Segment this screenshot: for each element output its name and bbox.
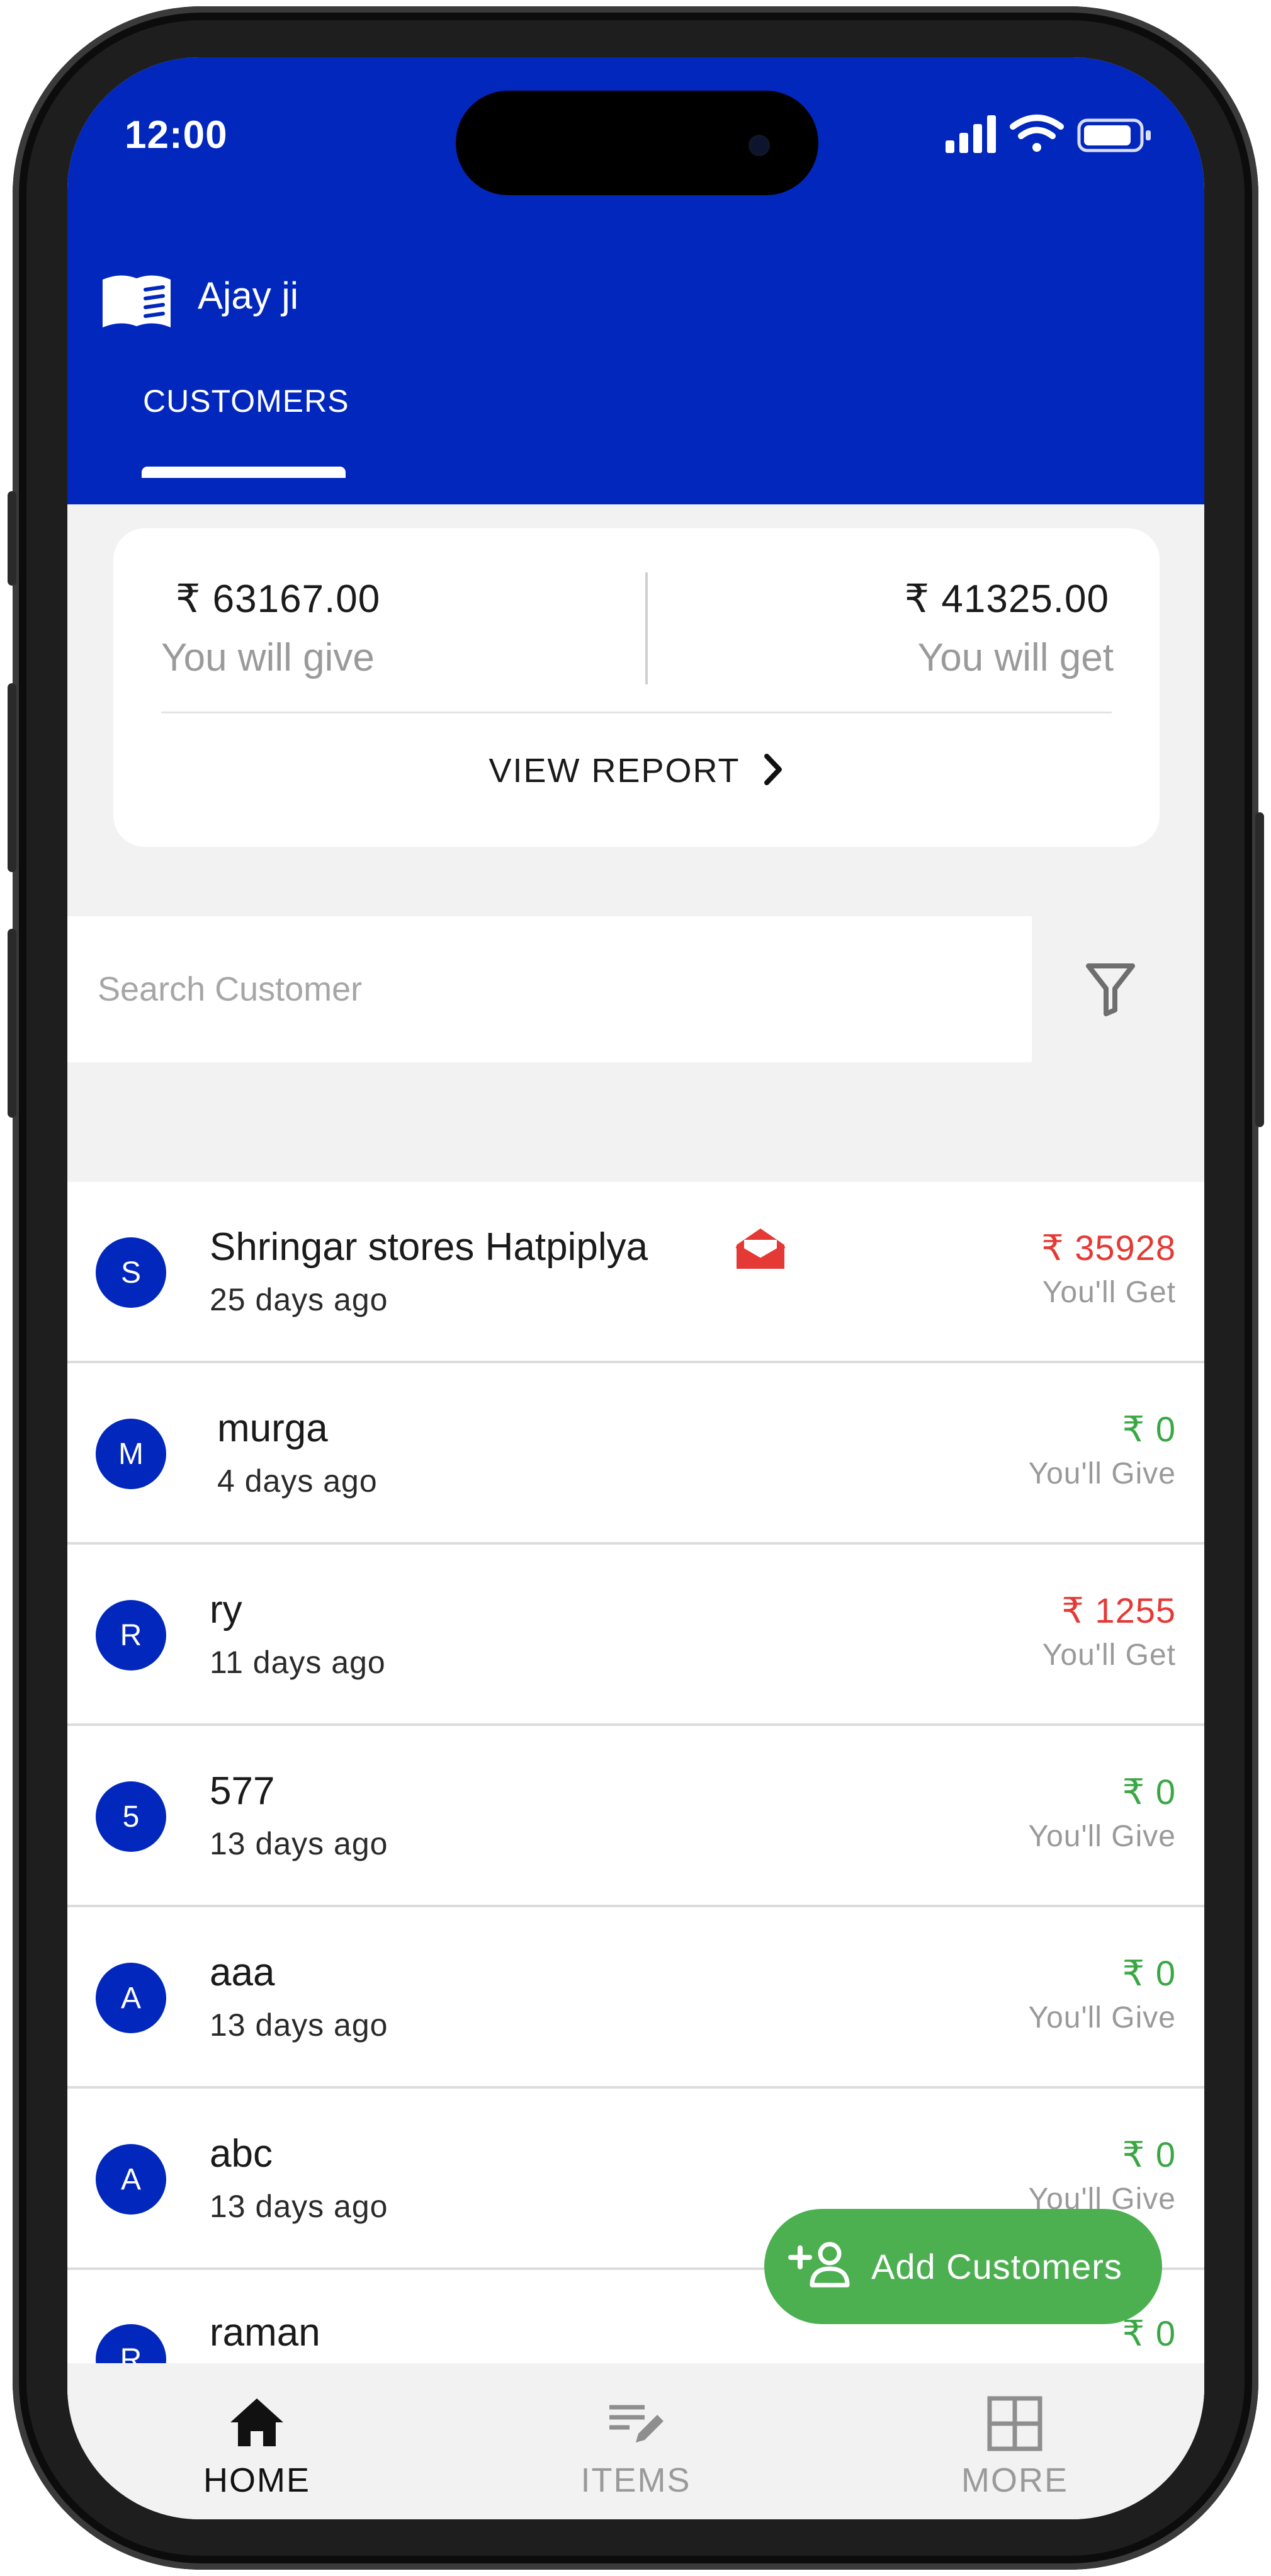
volume-up-button xyxy=(8,683,16,872)
customer-name: murga xyxy=(217,1407,328,1450)
action-button xyxy=(8,491,16,586)
tab-indicator xyxy=(142,467,346,478)
add-person-icon xyxy=(788,2240,854,2293)
customer-row[interactable]: 5 577 13 days ago ₹ 0 You'll Give xyxy=(67,1726,1204,1907)
customer-name: raman xyxy=(210,2311,320,2354)
avatar: A xyxy=(96,2144,166,2215)
customer-name: Shringar stores Hatpiplya xyxy=(210,1225,648,1269)
nav-more-label: MORE xyxy=(961,2461,1068,2499)
nav-more[interactable]: MORE xyxy=(825,2363,1204,2519)
home-icon xyxy=(228,2396,286,2452)
balance-type: You'll Give xyxy=(1028,1820,1176,1853)
customer-time: 13 days ago xyxy=(210,2189,388,2224)
customer-name: aaa xyxy=(210,1951,275,1994)
customer-amount: ₹ 0 xyxy=(1122,2313,1176,2353)
nav-home[interactable]: HOME xyxy=(67,2363,446,2519)
book-icon xyxy=(99,271,174,334)
vertical-divider xyxy=(645,572,648,684)
customer-amount: ₹ 0 xyxy=(1122,2135,1176,2174)
filter-icon[interactable] xyxy=(1085,962,1136,1019)
shop-name[interactable]: Ajay ji xyxy=(198,274,298,317)
app-header: 12:00 Ajay ji CUSTOMERS xyxy=(67,57,1204,504)
balance-type: You'll Get xyxy=(1042,1276,1176,1309)
customer-row[interactable]: S Shringar stores Hatpiplya 25 days ago … xyxy=(67,1182,1204,1363)
avatar: 5 xyxy=(96,1781,166,1852)
customer-row[interactable]: A aaa 13 days ago ₹ 0 You'll Give xyxy=(67,1907,1204,2089)
horizontal-divider xyxy=(161,712,1112,713)
view-report-label: VIEW REPORT xyxy=(489,752,740,790)
view-report-button[interactable]: VIEW REPORT xyxy=(113,742,1160,799)
add-customers-label: Add Customers xyxy=(871,2247,1122,2286)
get-label: You will get xyxy=(917,636,1114,679)
battery-icon xyxy=(1077,118,1151,152)
customer-time: 13 days ago xyxy=(210,2007,388,2043)
customer-amount: ₹ 0 xyxy=(1122,1953,1176,1993)
customer-amount: ₹ 0 xyxy=(1122,1409,1176,1449)
avatar: A xyxy=(96,1963,166,2033)
customer-time: 4 days ago xyxy=(217,1463,378,1499)
nav-items-label: ITEMS xyxy=(580,2461,691,2499)
customer-time: 25 days ago xyxy=(210,1282,388,1317)
avatar: M xyxy=(96,1419,166,1489)
wifi-icon xyxy=(1010,115,1064,152)
search-bar xyxy=(67,916,1032,1062)
customer-time: 11 days ago xyxy=(210,1645,386,1680)
customer-name: ry xyxy=(210,1588,242,1631)
balance-type: You'll Give xyxy=(1028,2001,1176,2034)
power-button xyxy=(1255,812,1264,1127)
tab-customers[interactable]: CUSTOMERS xyxy=(143,383,349,419)
give-label: You will give xyxy=(161,636,375,679)
customer-time: 13 days ago xyxy=(210,1826,388,1861)
customer-amount: ₹ 35928 xyxy=(1041,1228,1176,1268)
get-amount: ₹ 41325.00 xyxy=(904,577,1109,621)
dynamic-island xyxy=(456,91,818,195)
volume-down-button xyxy=(8,929,16,1118)
avatar: R xyxy=(96,1600,166,1671)
nav-items[interactable]: ITEMS xyxy=(446,2363,825,2519)
signal-icon xyxy=(946,115,996,153)
chevron-right-icon xyxy=(763,752,784,790)
status-icons xyxy=(946,113,1160,157)
status-time: 12:00 xyxy=(125,113,228,157)
balance-type: You'll Get xyxy=(1042,1638,1176,1672)
customer-name: 577 xyxy=(210,1769,275,1813)
avatar: S xyxy=(96,1237,166,1308)
app-screen: 12:00 Ajay ji CUSTOMERS ₹ 63167.00 You w… xyxy=(67,57,1204,2519)
mail-open-icon[interactable] xyxy=(734,1226,787,1274)
camera-icon xyxy=(748,135,770,156)
bottom-nav: HOME ITEMS MORE xyxy=(67,2363,1204,2519)
customer-row[interactable]: R ry 11 days ago ₹ 1255 You'll Get xyxy=(67,1545,1204,1726)
customer-amount: ₹ 1255 xyxy=(1061,1591,1176,1630)
edit-list-icon xyxy=(607,2396,665,2452)
balance-type: You'll Give xyxy=(1028,1457,1176,1490)
customer-name: abc xyxy=(210,2132,273,2176)
grid-icon xyxy=(986,2396,1044,2454)
give-amount: ₹ 63167.00 xyxy=(176,577,381,621)
customer-row[interactable]: M murga 4 days ago ₹ 0 You'll Give xyxy=(67,1363,1204,1545)
summary-card: ₹ 63167.00 You will give ₹ 41325.00 You … xyxy=(113,528,1160,847)
add-customers-button[interactable]: Add Customers xyxy=(764,2209,1162,2324)
search-input[interactable] xyxy=(67,916,1032,1062)
customer-amount: ₹ 0 xyxy=(1122,1772,1176,1812)
nav-home-label: HOME xyxy=(203,2461,310,2499)
